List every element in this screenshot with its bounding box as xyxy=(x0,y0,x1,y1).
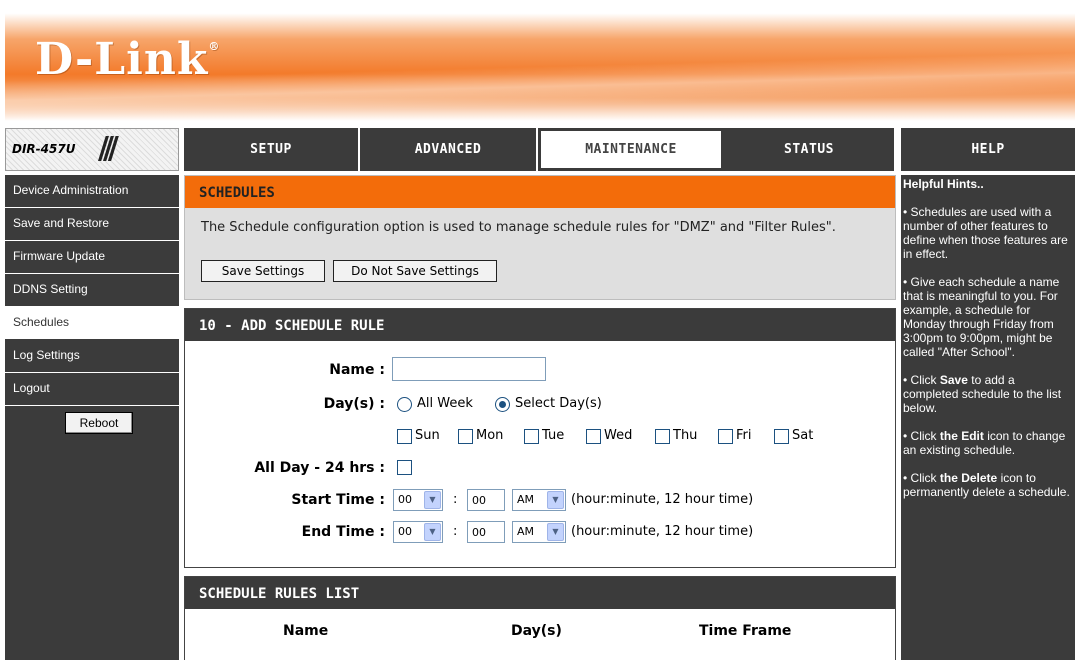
day-wed-checkbox[interactable] xyxy=(586,429,601,444)
start-time-label: Start Time : xyxy=(291,492,385,508)
top-nav: DIR-457U /// SETUP ADVANCED MAINTENANCE … xyxy=(5,128,1075,171)
start-hour-select[interactable]: 00 ▼ xyxy=(393,489,443,511)
all-day-checkbox[interactable] xyxy=(397,460,412,475)
main-content: SCHEDULES The Schedule configuration opt… xyxy=(184,175,896,660)
schedule-name-input[interactable] xyxy=(392,357,546,381)
sidebar-item-log-settings[interactable]: Log Settings xyxy=(5,340,179,373)
schedules-section: SCHEDULES The Schedule configuration opt… xyxy=(184,175,896,300)
sidebar-item-ddns-setting[interactable]: DDNS Setting xyxy=(5,274,179,307)
model-name: DIR-457U xyxy=(12,142,76,156)
day-mon-label: Mon xyxy=(476,428,504,443)
schedule-rules-list-section: SCHEDULE RULES LIST Name Day(s) Time Fra… xyxy=(184,576,896,660)
help-hint-delete: • Click the Delete icon to permanently d… xyxy=(903,471,1070,499)
all-week-radio[interactable] xyxy=(397,397,412,412)
help-panel: Helpful Hints.. • Schedules are used wit… xyxy=(901,175,1075,660)
day-tue-label: Tue xyxy=(542,428,565,443)
help-hint-save: • Click Save to add a completed schedule… xyxy=(903,373,1062,415)
day-sat-label: Sat xyxy=(792,428,814,443)
tab-advanced[interactable]: ADVANCED xyxy=(360,128,538,171)
help-hint-name: • Give each schedule a name that is mean… xyxy=(903,275,1060,359)
start-ampm-select[interactable]: AM ▼ xyxy=(512,489,566,511)
schedules-description: The Schedule configuration option is use… xyxy=(201,220,836,235)
day-thu-checkbox[interactable] xyxy=(655,429,670,444)
model-badge: DIR-457U /// xyxy=(5,128,179,171)
days-label: Day(s) : xyxy=(323,396,385,412)
all-day-label: All Day - 24 hrs : xyxy=(254,460,385,476)
day-sat-checkbox[interactable] xyxy=(774,429,789,444)
column-time-frame: Time Frame xyxy=(699,623,792,639)
select-days-radio[interactable] xyxy=(495,397,510,412)
sidebar-item-schedules[interactable]: Schedules xyxy=(5,307,179,340)
day-fri-label: Fri xyxy=(736,428,752,443)
end-time-label: End Time : xyxy=(301,524,385,540)
help-title: Helpful Hints.. xyxy=(903,177,984,191)
day-sun-label: Sun xyxy=(415,428,440,443)
end-ampm-select[interactable]: AM ▼ xyxy=(512,521,566,543)
chevron-down-icon: ▼ xyxy=(424,523,441,541)
end-hour-select[interactable]: 00 ▼ xyxy=(393,521,443,543)
end-time-hint: (hour:minute, 12 hour time) xyxy=(571,524,754,539)
day-mon-checkbox[interactable] xyxy=(458,429,473,444)
day-tue-checkbox[interactable] xyxy=(524,429,539,444)
sidebar-item-logout[interactable]: Logout xyxy=(5,373,179,406)
rules-list-title: SCHEDULE RULES LIST xyxy=(185,577,895,609)
select-days-label: Select Day(s) xyxy=(515,396,602,411)
start-minute-input[interactable] xyxy=(467,489,505,511)
all-week-label: All Week xyxy=(417,396,473,411)
save-settings-button[interactable]: Save Settings xyxy=(201,260,325,282)
help-hint-edit: • Click the Edit icon to change an exist… xyxy=(903,429,1066,457)
chevron-down-icon: ▼ xyxy=(547,491,564,509)
help-hint-schedules: • Schedules are used with a number of ot… xyxy=(903,205,1068,261)
day-sun-checkbox[interactable] xyxy=(397,429,412,444)
tab-maintenance[interactable]: MAINTENANCE xyxy=(538,128,724,171)
tab-status[interactable]: STATUS xyxy=(724,128,896,171)
column-name: Name xyxy=(283,623,329,639)
start-time-colon: : xyxy=(453,492,458,507)
chevron-down-icon: ▼ xyxy=(547,523,564,541)
sidebar: Device Administration Save and Restore F… xyxy=(5,175,179,660)
add-rule-title: 10 - ADD SCHEDULE RULE xyxy=(185,309,895,341)
tab-setup[interactable]: SETUP xyxy=(184,128,360,171)
dlink-logo: D-Link® xyxy=(35,34,221,85)
column-days: Day(s) xyxy=(511,623,562,639)
day-wed-label: Wed xyxy=(604,428,633,443)
header-banner: D-Link® xyxy=(5,4,1075,121)
name-label: Name : xyxy=(329,362,385,378)
add-schedule-rule-section: 10 - ADD SCHEDULE RULE Name : Day(s) : A… xyxy=(184,308,896,568)
sidebar-item-firmware-update[interactable]: Firmware Update xyxy=(5,241,179,274)
schedules-title: SCHEDULES xyxy=(185,176,895,208)
sidebar-item-save-and-restore[interactable]: Save and Restore xyxy=(5,208,179,241)
chevron-down-icon: ▼ xyxy=(424,491,441,509)
start-time-hint: (hour:minute, 12 hour time) xyxy=(571,492,754,507)
do-not-save-settings-button[interactable]: Do Not Save Settings xyxy=(333,260,497,282)
end-minute-input[interactable] xyxy=(467,521,505,543)
sidebar-item-device-administration[interactable]: Device Administration xyxy=(5,175,179,208)
model-slashes: /// xyxy=(98,131,119,166)
day-thu-label: Thu xyxy=(673,428,698,443)
end-time-colon: : xyxy=(453,524,458,539)
tab-help[interactable]: HELP xyxy=(901,128,1075,171)
reboot-button[interactable]: Reboot xyxy=(65,412,133,434)
day-fri-checkbox[interactable] xyxy=(718,429,733,444)
